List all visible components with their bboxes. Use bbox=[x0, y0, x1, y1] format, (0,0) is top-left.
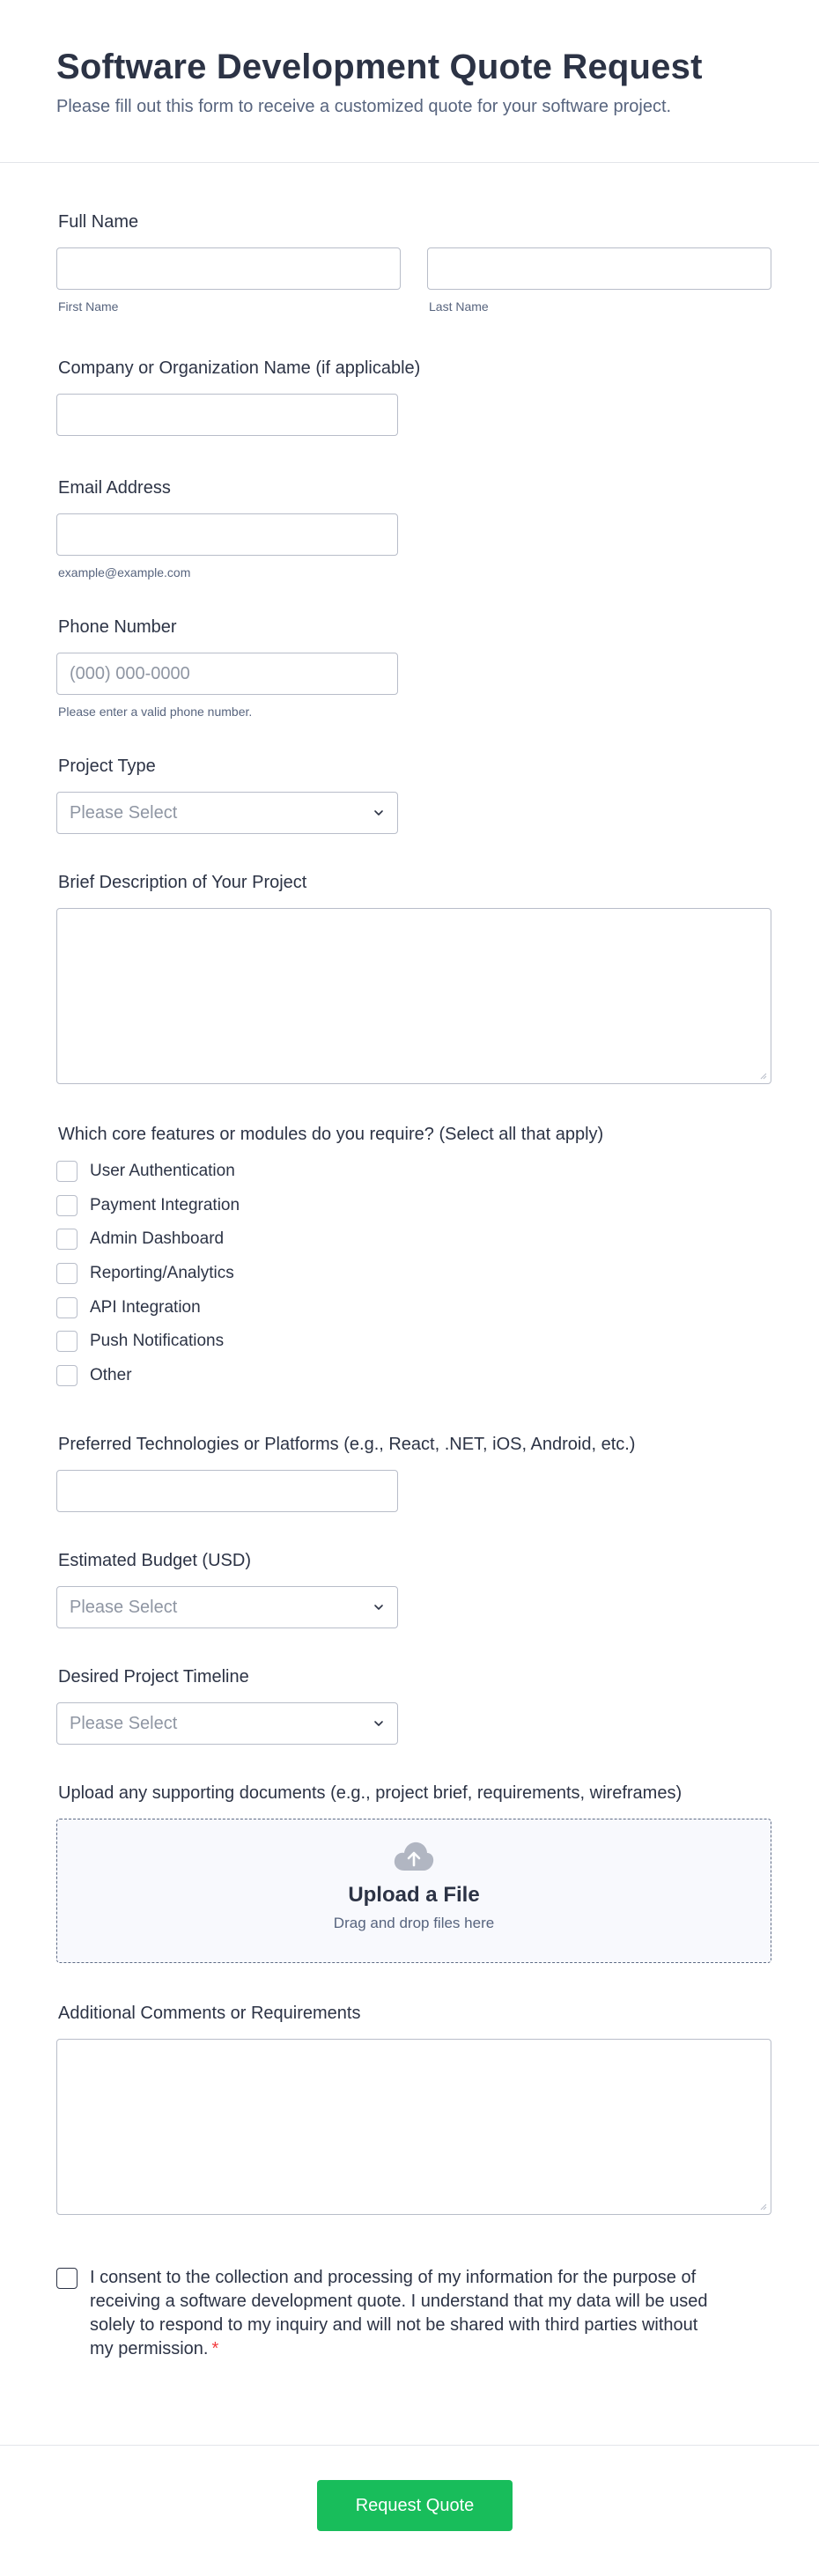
checkbox-label: Push Notifications bbox=[90, 1332, 225, 1351]
budget-label: Estimated Budget (USD) bbox=[58, 1551, 251, 1571]
checkbox-label: Reporting/Analytics bbox=[90, 1264, 234, 1283]
company-input[interactable] bbox=[56, 394, 398, 436]
email-label: Email Address bbox=[58, 478, 171, 498]
phone-label: Phone Number bbox=[58, 617, 177, 637]
description-field: Brief Description of Your Project bbox=[56, 871, 771, 1084]
checkbox-push-notifications[interactable]: Push Notifications bbox=[56, 1325, 770, 1359]
cloud-upload-icon bbox=[394, 1842, 434, 1871]
full-name-field: Full Name First Name Last Name bbox=[56, 210, 771, 314]
checkbox-payment-integration[interactable]: Payment Integration bbox=[56, 1189, 770, 1223]
checkbox-box[interactable] bbox=[56, 1194, 77, 1216]
upload-subtitle: Drag and drop files here bbox=[333, 1915, 495, 1932]
checkbox-label: API Integration bbox=[90, 1297, 201, 1317]
email-input[interactable] bbox=[56, 513, 398, 556]
page-title: Software Development Quote Request bbox=[56, 48, 703, 86]
phone-field: Phone Number (000) 000-0000 Please enter… bbox=[56, 616, 770, 720]
project-type-field: Project Type Please Select bbox=[56, 755, 770, 834]
phone-sublabel: Please enter a valid phone number. bbox=[58, 705, 253, 719]
quote-form: Full Name First Name Last Name Company o… bbox=[0, 210, 819, 2361]
checkbox-box[interactable] bbox=[56, 1364, 77, 1386]
consent-field: I consent to the collection and processi… bbox=[56, 2268, 770, 2361]
file-upload-dropzone[interactable]: Upload a File Drag and drop files here bbox=[56, 1819, 771, 1964]
budget-select[interactable]: Please Select bbox=[56, 1586, 398, 1629]
description-label: Brief Description of Your Project bbox=[58, 873, 307, 892]
timeline-label: Desired Project Timeline bbox=[58, 1667, 249, 1687]
chevron-down-icon bbox=[374, 1721, 383, 1726]
technologies-input[interactable] bbox=[56, 1470, 398, 1513]
checkbox-reporting-analytics[interactable]: Reporting/Analytics bbox=[56, 1257, 770, 1291]
description-textarea[interactable] bbox=[56, 908, 771, 1084]
checkbox-box[interactable] bbox=[56, 1263, 77, 1285]
technologies-field: Preferred Technologies or Platforms (e.g… bbox=[56, 1433, 770, 1513]
features-checkbox-list: User Authentication Payment Integration … bbox=[56, 1155, 770, 1392]
consent-checkbox[interactable] bbox=[56, 2268, 77, 2290]
full-name-label: Full Name bbox=[58, 212, 139, 232]
form-header: Software Development Quote Request Pleas… bbox=[0, 0, 819, 163]
first-name-input[interactable] bbox=[56, 247, 401, 290]
features-field: Which core features or modules do you re… bbox=[56, 1123, 770, 1392]
timeline-field: Desired Project Timeline Please Select bbox=[56, 1665, 770, 1746]
timeline-value: Please Select bbox=[70, 1713, 178, 1733]
checkbox-label: Admin Dashboard bbox=[90, 1229, 225, 1249]
project-type-value: Please Select bbox=[70, 802, 178, 823]
checkbox-box[interactable] bbox=[56, 1296, 77, 1318]
upload-label: Upload any supporting documents (e.g., p… bbox=[58, 1783, 682, 1804]
budget-value: Please Select bbox=[70, 1597, 178, 1617]
resize-handle-icon[interactable] bbox=[758, 1071, 767, 1080]
email-sublabel: example@example.com bbox=[58, 565, 191, 579]
upload-field: Upload any supporting documents (e.g., p… bbox=[56, 1782, 771, 1964]
last-name-group: Last Name bbox=[427, 247, 771, 314]
first-name-sublabel: First Name bbox=[58, 299, 119, 314]
checkbox-label: Payment Integration bbox=[90, 1195, 240, 1214]
project-type-label: Project Type bbox=[58, 757, 156, 776]
comments-label: Additional Comments or Requirements bbox=[58, 2004, 361, 2024]
checkbox-box[interactable] bbox=[56, 1229, 77, 1251]
features-label: Which core features or modules do you re… bbox=[58, 1125, 604, 1144]
technologies-label: Preferred Technologies or Platforms (e.g… bbox=[58, 1435, 636, 1455]
last-name-sublabel: Last Name bbox=[429, 299, 489, 314]
upload-title: Upload a File bbox=[348, 1883, 480, 1908]
company-field: Company or Organization Name (if applica… bbox=[56, 357, 770, 436]
request-quote-button[interactable]: Request Quote bbox=[317, 2480, 513, 2531]
first-name-group: First Name bbox=[56, 247, 401, 314]
checkbox-user-authentication[interactable]: User Authentication bbox=[56, 1155, 770, 1189]
email-field: Email Address example@example.com bbox=[56, 476, 770, 580]
phone-input[interactable]: (000) 000-0000 bbox=[56, 653, 398, 695]
checkbox-api-integration[interactable]: API Integration bbox=[56, 1290, 770, 1325]
checkbox-box[interactable] bbox=[56, 1331, 77, 1353]
checkbox-label: Other bbox=[90, 1365, 132, 1384]
last-name-input[interactable] bbox=[427, 247, 771, 290]
chevron-down-icon bbox=[374, 1605, 383, 1610]
chevron-down-icon bbox=[374, 810, 383, 816]
checkbox-label: User Authentication bbox=[90, 1162, 235, 1181]
budget-field: Estimated Budget (USD) Please Select bbox=[56, 1549, 770, 1629]
required-asterisk: * bbox=[211, 2339, 219, 2359]
page-subtitle: Please fill out this form to receive a c… bbox=[56, 97, 672, 116]
form-footer: Request Quote bbox=[0, 2445, 819, 2576]
checkbox-admin-dashboard[interactable]: Admin Dashboard bbox=[56, 1222, 770, 1257]
comments-field: Additional Comments or Requirements bbox=[56, 2002, 771, 2216]
resize-handle-icon[interactable] bbox=[758, 2202, 767, 2211]
project-type-select[interactable]: Please Select bbox=[56, 792, 398, 834]
checkbox-box[interactable] bbox=[56, 1161, 77, 1183]
timeline-select[interactable]: Please Select bbox=[56, 1702, 398, 1746]
comments-textarea[interactable] bbox=[56, 2039, 771, 2216]
company-label: Company or Organization Name (if applica… bbox=[58, 358, 421, 378]
consent-text-block: I consent to the collection and processi… bbox=[90, 2266, 724, 2361]
checkbox-other[interactable]: Other bbox=[56, 1359, 770, 1393]
consent-text: I consent to the collection and processi… bbox=[90, 2268, 708, 2359]
